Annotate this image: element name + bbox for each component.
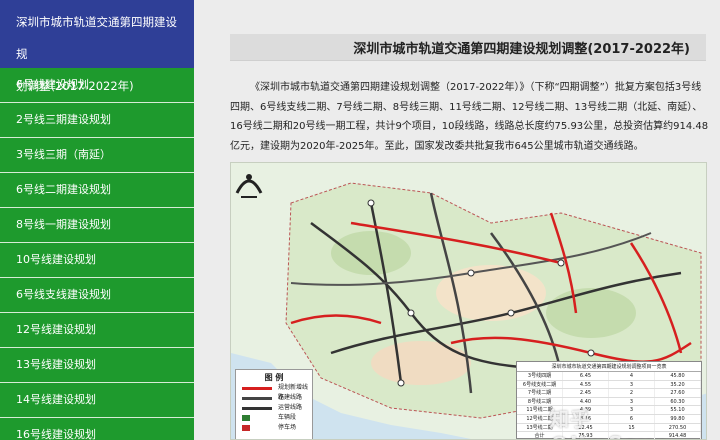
legend-item-label: 车辆段 [278,414,297,421]
sidebar-item-line6-phase2[interactable]: 6号线二期建设规划 [0,173,194,208]
intro-paragraph: 《深圳市城市轨道交通第四期建设规划调整（2017-2022年）》（下称“四期调整… [230,82,709,152]
sidebar-item-line8-phase1[interactable]: 8号线一期建设规划 [0,208,194,243]
sidebar-item-line3-phase3[interactable]: 3号线三期（南延） [0,138,194,173]
legend-item: 车辆段 [236,413,312,423]
table-row: 7号线二期 2.45 2 27.60 [517,389,701,398]
metro-plan-map: 图 例 规划新增线路 在建线路 运营线路 车辆段 停车场 深圳市城市轨道交通第四… [230,162,707,440]
sidebar: 深圳市城市轨道交通第四期建设规 划调整(2017-2022年) 6号线建设规划 … [0,0,194,440]
map-legend: 图 例 规划新增线路 在建线路 运营线路 车辆段 停车场 [235,369,313,439]
legend-item-label: 运营线路 [278,404,303,411]
sidebar-item-line14[interactable]: 14号线建设规划 [0,383,194,418]
sidebar-item-line12[interactable]: 12号线建设规划 [0,313,194,348]
legend-item-label: 停车场 [278,424,297,431]
page-title: 深圳市城市轨道交通第四期建设规划调整(2017-2022年) [353,42,690,57]
sidebar-item-line10[interactable]: 10号线建设规划 [0,243,194,278]
legend-item: 停车场 [236,423,312,433]
logo-icon [235,174,263,198]
watermark-text: 知乎 @JimSoup [549,407,668,439]
table-row: 6号线支线二期 4.55 3 35.20 [517,380,701,390]
sidebar-header-line1: 深圳市城市轨道交通第四期建设规 [16,15,177,61]
sidebar-item-line13[interactable]: 13号线建设规划 [0,348,194,383]
legend-item: 规划新增线路 [236,383,312,401]
main-content: 深圳市城市轨道交通第四期建设规划调整(2017-2022年) 《深圳市城市轨道交… [194,0,720,440]
sidebar-item-line16[interactable]: 16号线建设规划 [0,418,194,440]
sidebar-item-line6-branch[interactable]: 6号线支线建设规划 [0,278,194,313]
table-row: 3号线四期 6.45 4 45.80 [517,372,701,381]
legend-item: 在建线路 [236,393,312,403]
table-title: 深圳市城市轨道交通第四期建设规划调整项目一览表 [517,362,701,372]
legend-item-label: 在建线路 [278,394,303,401]
title-bar: 深圳市城市轨道交通第四期建设规划调整(2017-2022年) [230,34,706,61]
legend-title: 图 例 [264,373,284,382]
legend-item: 运营线路 [236,403,312,413]
sidebar-header[interactable]: 深圳市城市轨道交通第四期建设规 划调整(2017-2022年) [0,0,194,93]
sidebar-item-line2-phase3[interactable]: 2号线三期建设规划 [0,103,194,138]
